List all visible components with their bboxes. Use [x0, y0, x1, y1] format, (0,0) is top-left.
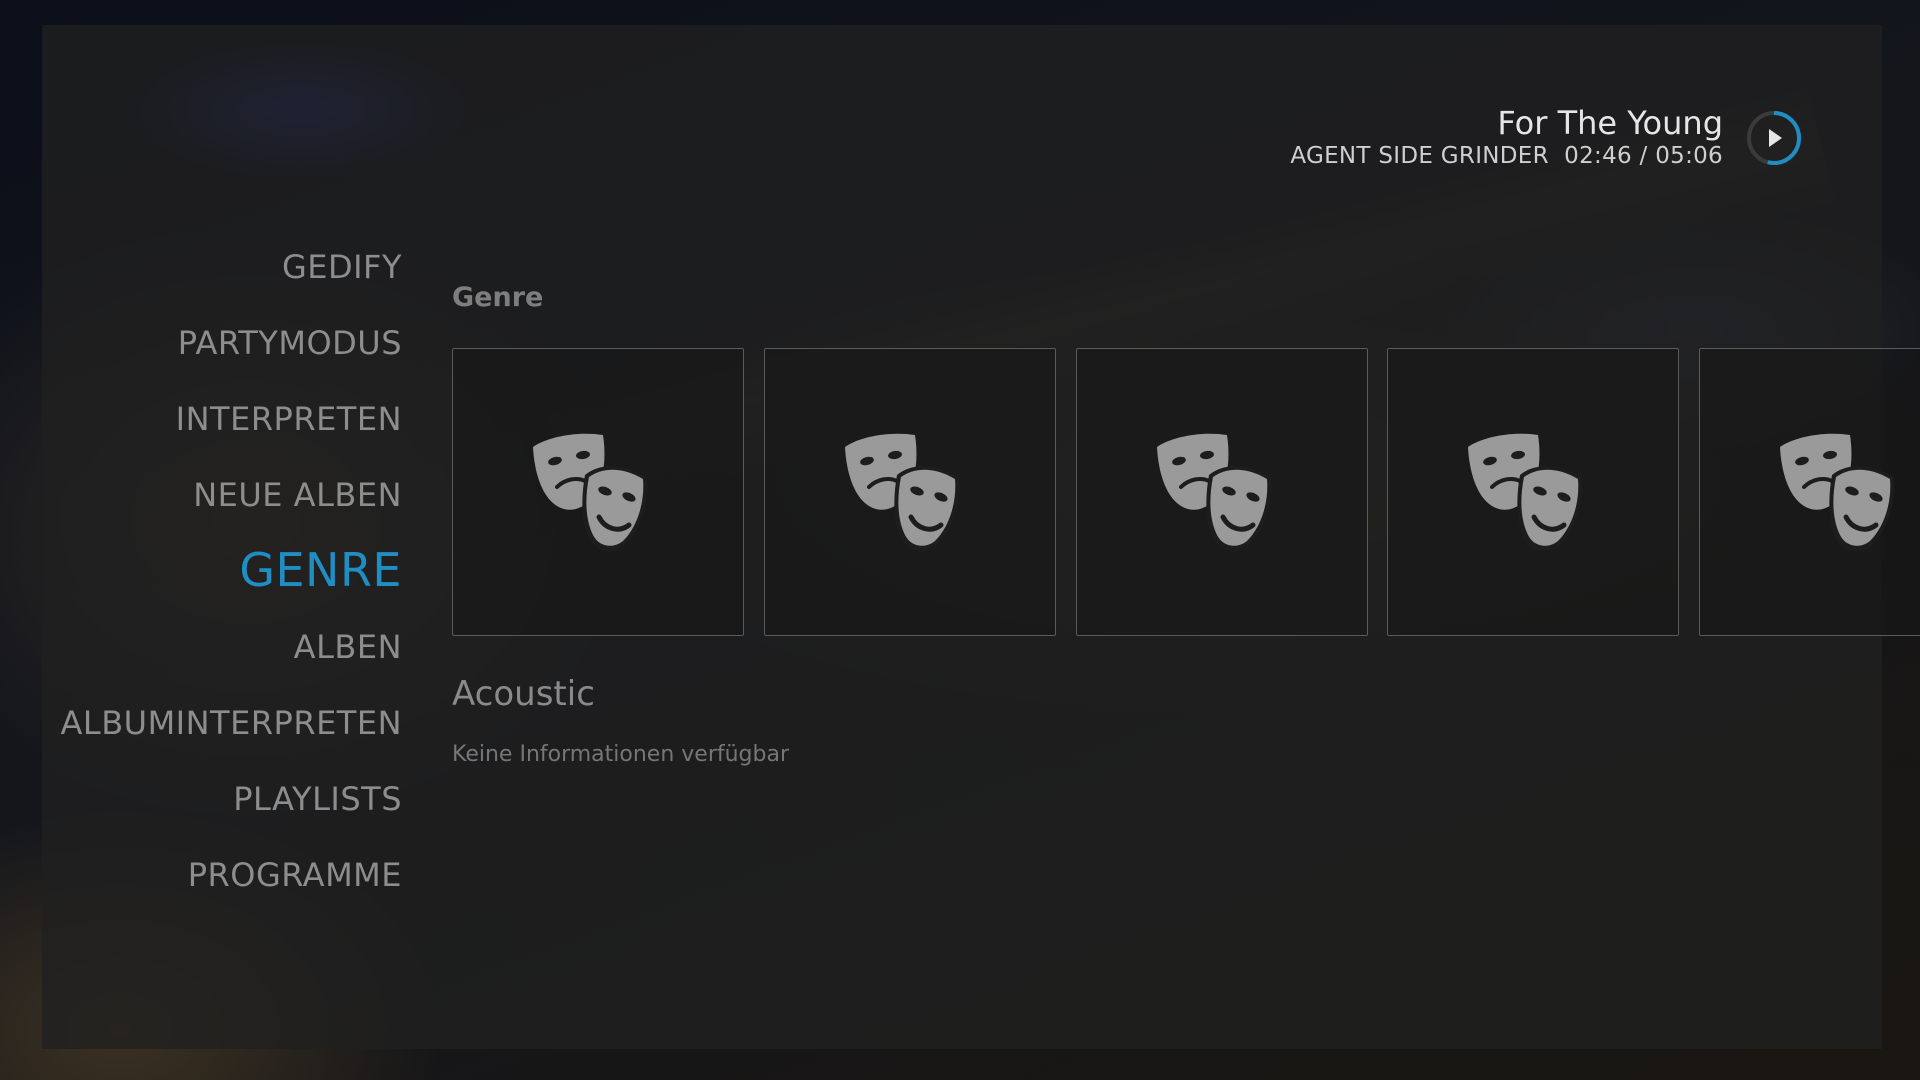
menu-item-albuminterpreten[interactable]: ALBUMINTERPRETEN [60, 704, 402, 742]
menu-item-programme[interactable]: PROGRAMME [188, 856, 402, 894]
menu-item-alben[interactable]: ALBEN [294, 628, 402, 666]
theater-masks-icon [835, 421, 985, 571]
menu-item-partymodus[interactable]: PARTYMODUS [178, 324, 402, 362]
now-playing-artist: AGENT SIDE GRINDER [1290, 143, 1549, 169]
theater-masks-icon [1770, 421, 1920, 571]
now-playing-button[interactable] [1746, 110, 1802, 166]
now-playing-info: AGENT SIDE GRINDER 02:46 / 05:06 [1290, 143, 1723, 169]
menu-item-neue-alben[interactable]: NEUE ALBEN [193, 476, 402, 514]
theater-masks-icon [1147, 421, 1297, 571]
genre-tile[interactable] [1076, 348, 1368, 636]
selected-genre-title: Acoustic [452, 674, 595, 714]
genre-tile-row [452, 348, 1920, 638]
play-icon [1747, 111, 1801, 165]
now-playing-title: For The Young [1497, 104, 1723, 142]
section-heading: Genre [452, 282, 544, 313]
genre-tile[interactable] [1699, 348, 1920, 636]
theater-masks-icon [523, 421, 673, 571]
now-playing-time: 02:46 / 05:06 [1564, 143, 1723, 169]
genre-tile[interactable] [764, 348, 1056, 636]
main-menu: GEDIFY PARTYMODUS INTERPRETEN NEUE ALBEN… [0, 0, 402, 1080]
genre-tile[interactable] [452, 348, 744, 636]
selected-genre-description: Keine Informationen verfügbar [452, 742, 790, 767]
genre-tile[interactable] [1387, 348, 1679, 636]
menu-item-interpreten[interactable]: INTERPRETEN [176, 400, 402, 438]
theater-masks-icon [1458, 421, 1608, 571]
menu-item-playlists[interactable]: PLAYLISTS [233, 780, 402, 818]
menu-item-genre[interactable]: GENRE [239, 543, 402, 597]
menu-item-gedify[interactable]: GEDIFY [282, 248, 402, 286]
